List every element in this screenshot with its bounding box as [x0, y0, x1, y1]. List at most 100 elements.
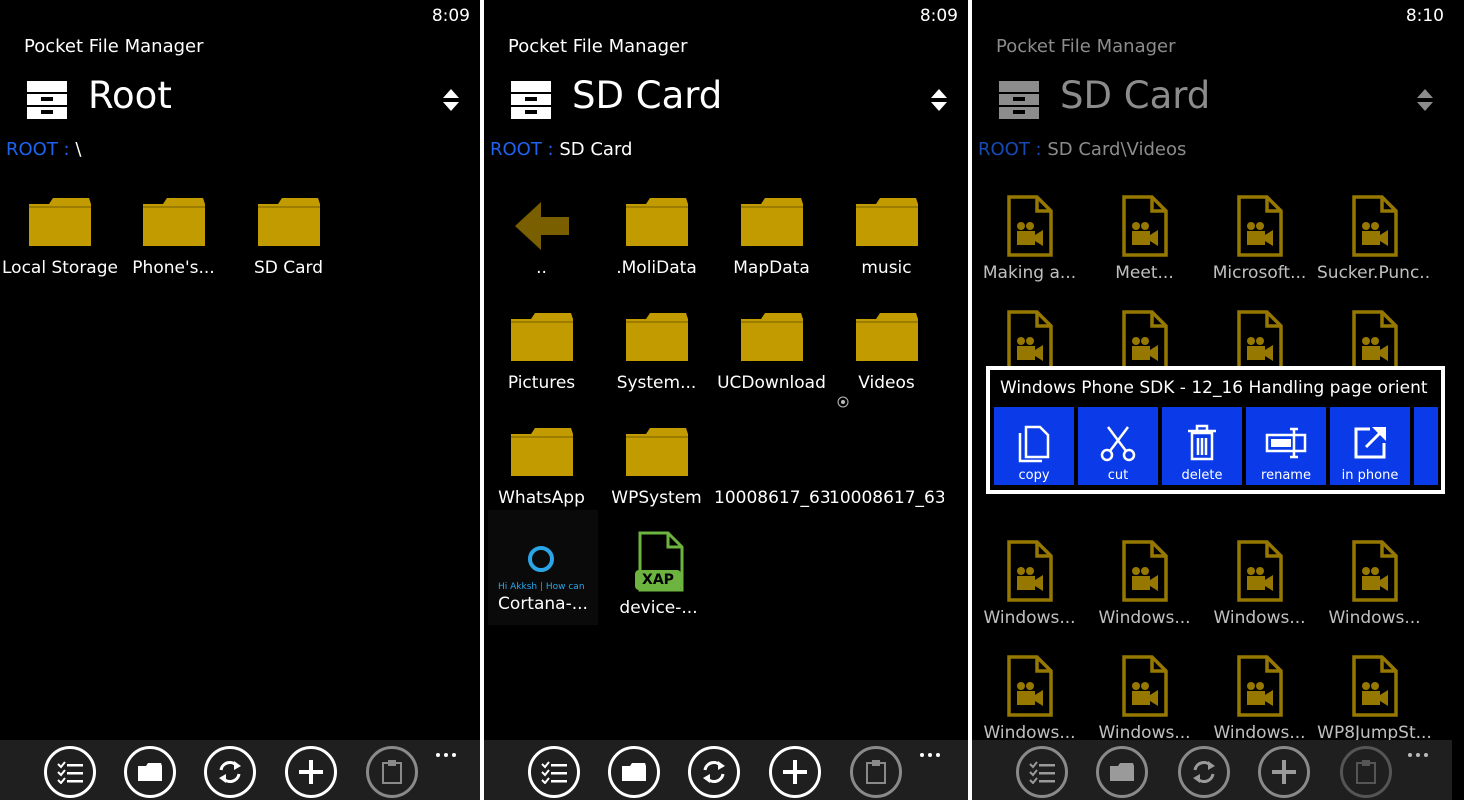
paste-button[interactable]	[366, 746, 418, 798]
cut-button[interactable]: cut	[1078, 407, 1158, 485]
item-label: UCDownload	[717, 373, 826, 393]
video-file-icon	[1006, 540, 1053, 602]
video-file-item[interactable]: Windows...	[972, 530, 1087, 640]
folder-item[interactable]: MapData	[714, 180, 829, 290]
folder-item[interactable]: Pictures	[484, 295, 599, 405]
video-file-icon	[1351, 655, 1398, 717]
more-icon[interactable]	[434, 750, 458, 760]
copy-label: copy	[1018, 468, 1050, 483]
item-label: Sucker.Punc...	[1317, 263, 1432, 283]
video-file-item[interactable]: Windows...	[1317, 530, 1432, 640]
item-label: Meet...	[1115, 263, 1174, 283]
rename-icon	[1265, 427, 1307, 459]
folder-item[interactable]: WhatsApp	[484, 410, 599, 520]
folder-item[interactable]: Phone's...	[116, 180, 231, 290]
new-folder-button[interactable]	[608, 746, 660, 798]
scissors-icon	[1100, 426, 1136, 462]
screen-sd-card: 8:09 Pocket File Manager SD Card ROOT : …	[484, 0, 968, 800]
cortana-greeting: Hi Akksh | How can I help you?	[498, 582, 588, 592]
parent-folder-item[interactable]: ..	[484, 180, 599, 290]
new-folder-button[interactable]	[1096, 746, 1148, 798]
video-file-item[interactable]: Windows...	[1087, 530, 1202, 640]
more-actions-button[interactable]	[1414, 407, 1438, 485]
folder-icon	[142, 198, 205, 246]
video-file-item[interactable]: Meet...	[1087, 185, 1202, 295]
open-external-icon	[1354, 427, 1386, 459]
breadcrumb-root[interactable]: ROOT :	[490, 139, 554, 160]
folder-item[interactable]: System...	[599, 295, 714, 405]
add-button[interactable]	[769, 746, 821, 798]
video-file-icon	[1351, 310, 1398, 372]
page-title: Root	[88, 74, 172, 117]
video-file-item[interactable]: Sucker.Punc...	[1317, 185, 1432, 295]
title-row: SD Card	[998, 74, 1434, 126]
file-item[interactable]: 10008617_63...	[714, 410, 829, 520]
refresh-button[interactable]	[1178, 746, 1230, 798]
folder-item[interactable]: Videos	[829, 295, 944, 405]
folder-icon	[855, 198, 918, 246]
copy-button[interactable]: copy	[994, 407, 1074, 485]
video-file-item[interactable]: Windows...	[1202, 645, 1317, 755]
new-folder-button[interactable]	[124, 746, 176, 798]
select-list-button[interactable]	[1016, 746, 1068, 798]
sort-icon[interactable]	[1416, 88, 1434, 112]
copy-icon	[1018, 425, 1050, 463]
select-list-button[interactable]	[44, 746, 96, 798]
sort-icon[interactable]	[442, 88, 460, 112]
folder-icon	[510, 313, 573, 361]
folder-item[interactable]: .MoliData	[599, 180, 714, 290]
video-file-icon	[1236, 540, 1283, 602]
file-item[interactable]: Hi Akksh | How can I help you? Cortana-.…	[488, 510, 598, 625]
file-item[interactable]: 10008617_63...	[829, 410, 944, 520]
select-list-button[interactable]	[528, 746, 580, 798]
app-bar	[972, 740, 1452, 800]
folder-item[interactable]: WPSystem	[599, 410, 714, 520]
video-file-icon	[1006, 310, 1053, 372]
app-name: Pocket File Manager	[24, 36, 204, 57]
refresh-icon	[703, 761, 725, 783]
item-label: Pictures	[507, 373, 576, 393]
folder-icon	[138, 763, 162, 781]
page-title: SD Card	[1060, 74, 1211, 117]
page-title: SD Card	[572, 74, 723, 117]
breadcrumb-root[interactable]: ROOT :	[978, 139, 1042, 160]
cut-label: cut	[1107, 468, 1129, 483]
paste-button[interactable]	[1340, 746, 1392, 798]
file-item[interactable]: XAP device-...	[601, 520, 716, 630]
video-file-item[interactable]: Making a...	[972, 185, 1087, 295]
refresh-button[interactable]	[688, 746, 740, 798]
video-file-icon	[1236, 310, 1283, 372]
add-button[interactable]	[285, 746, 337, 798]
folder-item[interactable]: Local Storage	[2, 180, 117, 290]
video-file-icon	[1121, 310, 1168, 372]
cabinet-icon	[27, 81, 67, 119]
video-file-item[interactable]: Windows...	[1202, 530, 1317, 640]
context-menu: Windows Phone SDK - 12_16 Handling page …	[986, 366, 1445, 494]
video-file-item[interactable]: WP8JumpSt...	[1317, 645, 1432, 755]
more-icon[interactable]	[1406, 750, 1430, 760]
sort-icon[interactable]	[930, 88, 948, 112]
video-file-item[interactable]: Windows...	[972, 645, 1087, 755]
breadcrumb-root[interactable]: ROOT :	[6, 139, 70, 160]
item-label: Local Storage	[2, 258, 117, 278]
delete-button[interactable]: delete	[1162, 407, 1242, 485]
item-label: Microsoft...	[1212, 263, 1307, 283]
video-file-item[interactable]: Microsoft...	[1202, 185, 1317, 295]
paste-button[interactable]	[850, 746, 902, 798]
folder-item[interactable]: UCDownload	[714, 295, 829, 405]
app-name: Pocket File Manager	[508, 36, 688, 57]
item-label: Videos	[858, 373, 915, 393]
video-file-icon	[1121, 540, 1168, 602]
video-file-item[interactable]: Windows...	[1087, 645, 1202, 755]
folder-icon	[625, 428, 688, 476]
more-icon[interactable]	[918, 750, 942, 760]
rename-button[interactable]: rename	[1246, 407, 1326, 485]
refresh-button[interactable]	[204, 746, 256, 798]
breadcrumb: ROOT : SD Card\Videos	[978, 139, 1186, 160]
folder-icon	[1110, 763, 1134, 781]
open-in-phone-button[interactable]: in phone	[1330, 407, 1410, 485]
folder-item[interactable]: music	[829, 180, 944, 290]
add-button[interactable]	[1258, 746, 1310, 798]
folder-icon	[740, 198, 803, 246]
folder-item[interactable]: SD Card	[231, 180, 346, 290]
